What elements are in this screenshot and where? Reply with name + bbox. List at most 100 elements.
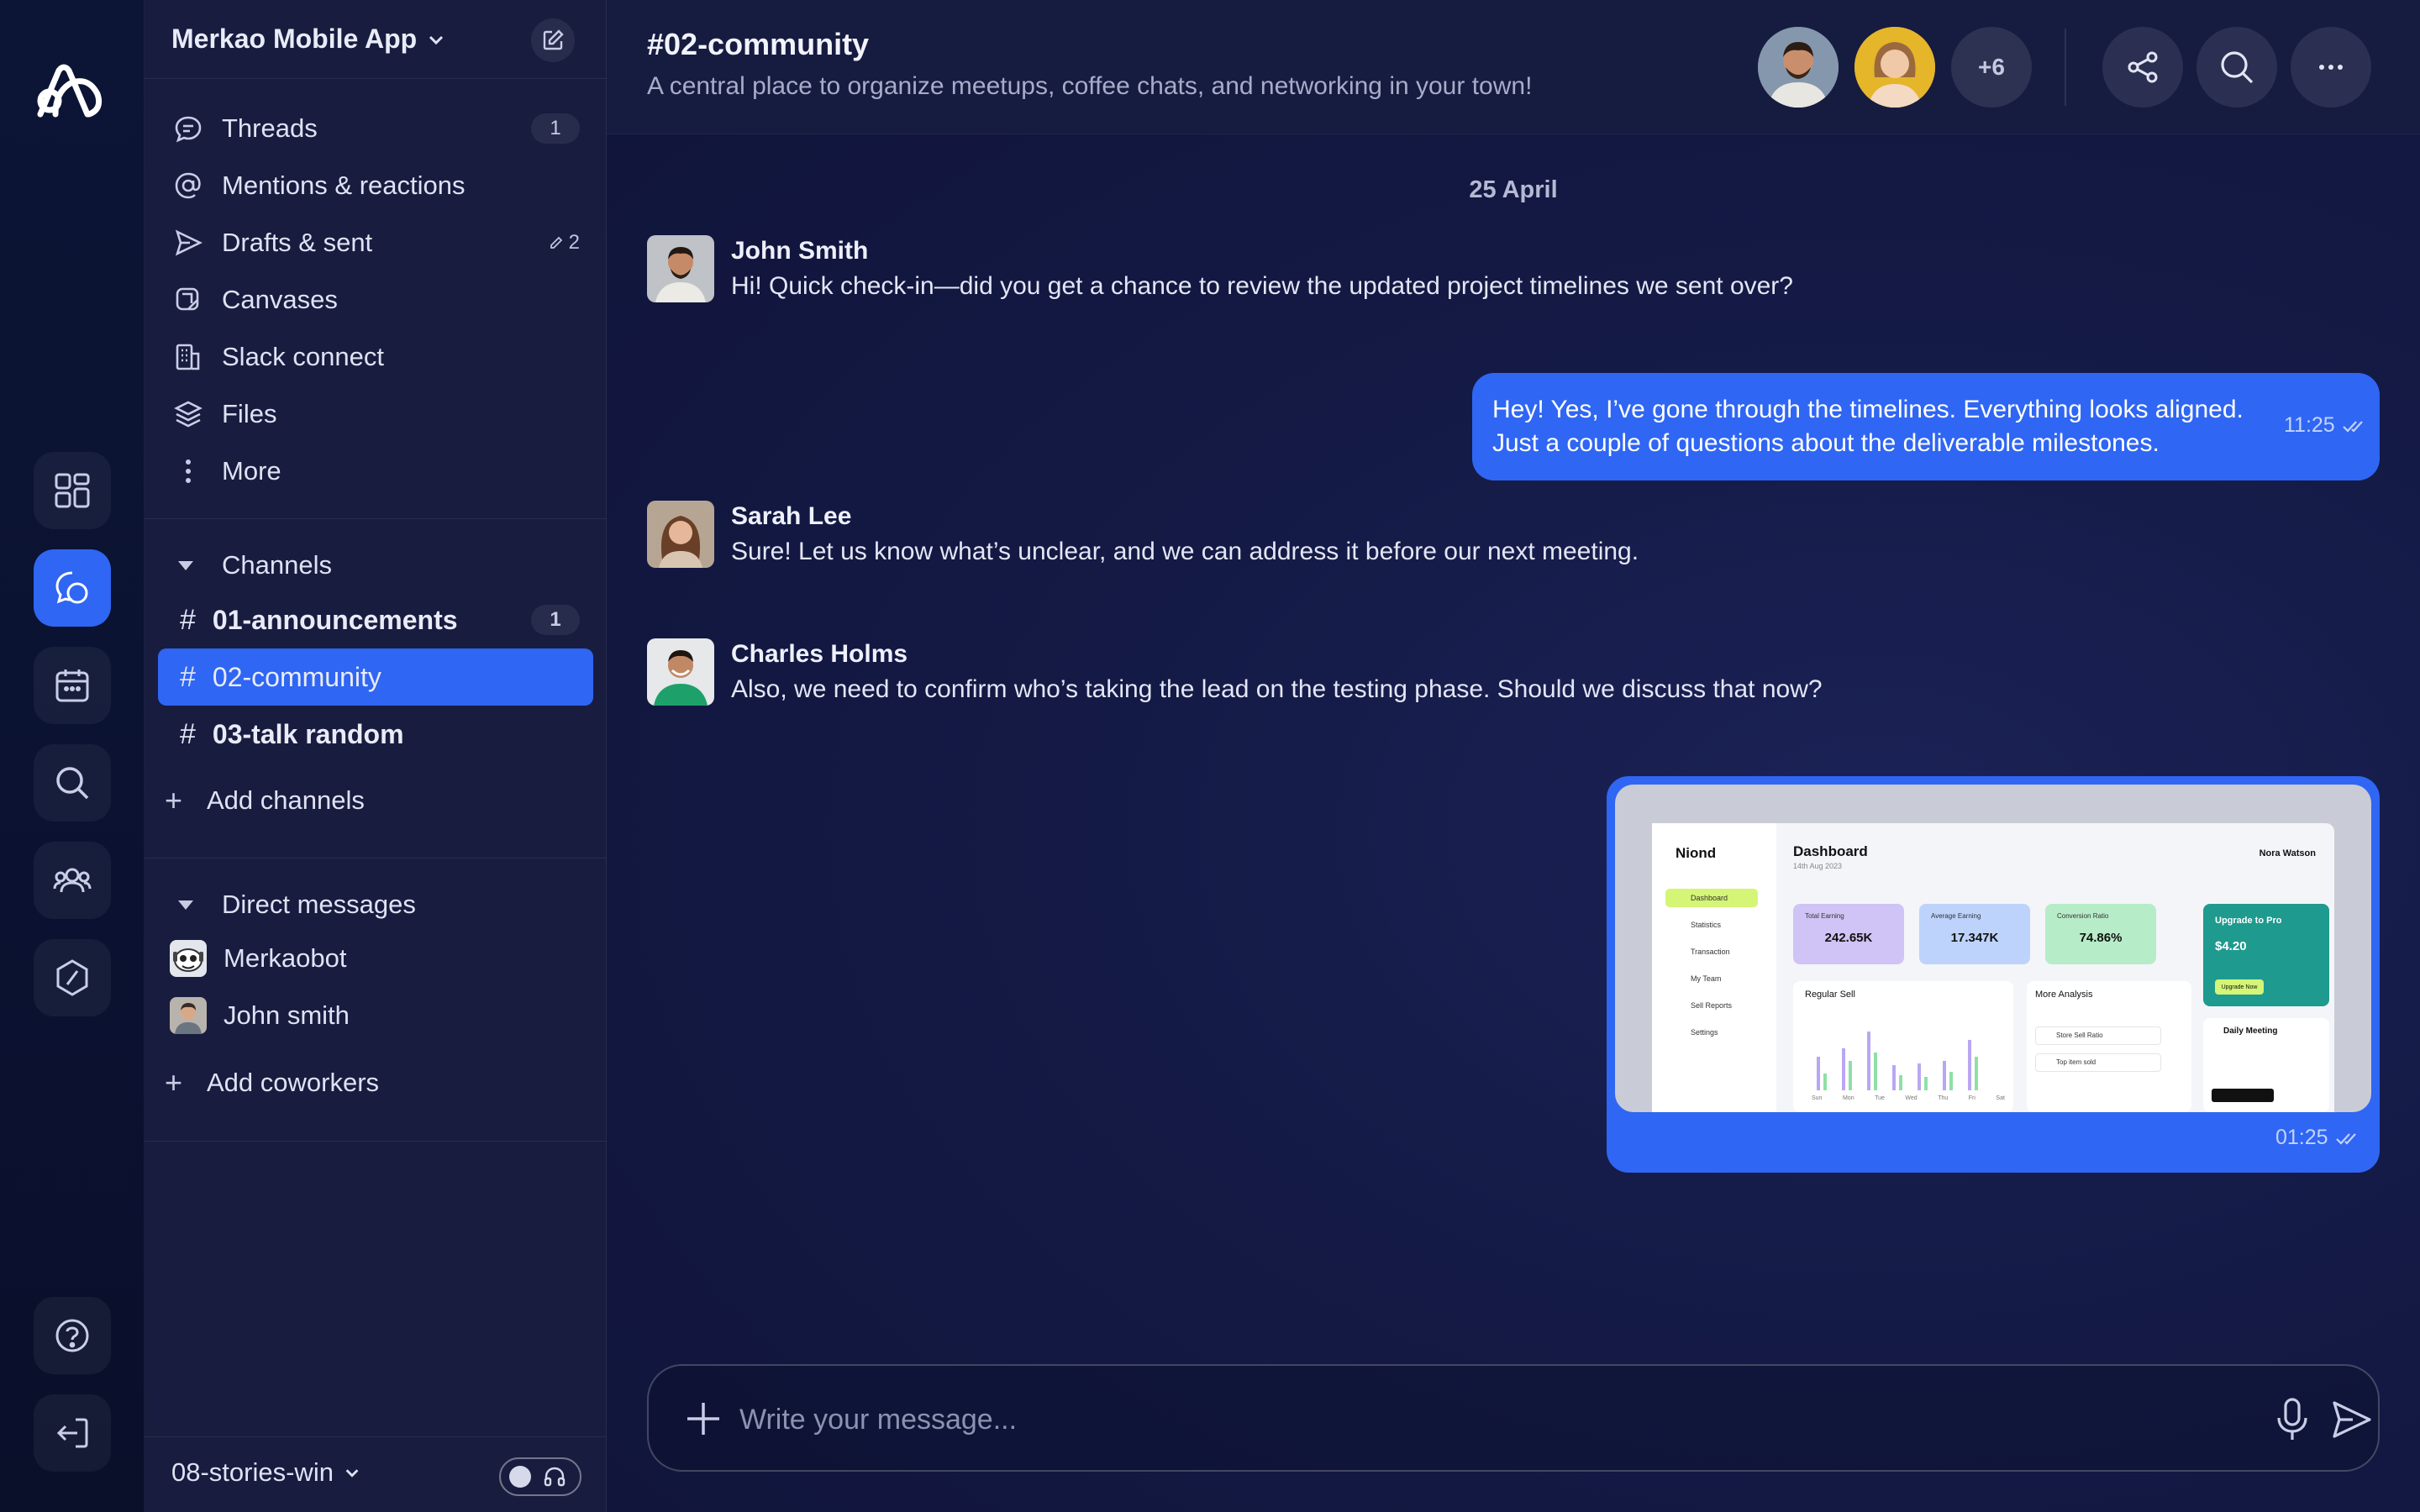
people-rail-button[interactable] [34,842,111,919]
nav-files[interactable]: Files [171,391,580,438]
channel-01-announcements[interactable]: # 01-announcements 1 [158,591,593,648]
app-logo-icon[interactable] [35,62,106,118]
author-avatar[interactable] [647,235,714,302]
author-avatar[interactable] [647,501,714,568]
more-options-button[interactable] [2291,27,2371,108]
unread-badge: 1 [531,113,580,144]
channel-description: A central place to organize meetups, cof… [647,72,1533,100]
add-label: Add channels [207,785,365,815]
microphone-icon[interactable] [2270,1396,2314,1443]
add-channels-button[interactable]: + Add channels [165,777,365,824]
own-attachment-bubble[interactable]: Niond Dashboard Statistics Transaction M… [1607,776,2380,1173]
building-icon [171,340,205,374]
hash-icon: # [180,717,196,750]
hash-icon: # [180,603,196,636]
message-author[interactable]: Sarah Lee [731,502,1639,531]
more-vertical-icon [171,454,205,488]
member-avatar[interactable] [1854,27,1935,108]
compose-icon [543,29,564,50]
toggle-knob [509,1466,531,1488]
search-rail-button[interactable] [34,744,111,822]
share-button[interactable] [2102,27,2183,108]
nav-label: Drafts & sent [222,228,373,257]
workspace-name: Merkao Mobile App [171,24,418,54]
section-title: Direct messages [222,890,416,919]
channel-header: #02-community A central place to organiz… [607,0,2420,134]
channel-title: #02-community [647,27,870,61]
message-author[interactable]: Charles Holms [731,640,1823,669]
nav-label: Canvases [222,285,338,314]
nav-drafts[interactable]: Drafts & sent 2 [171,219,580,266]
author-avatar[interactable] [647,638,714,706]
preview-nav: Settings [1691,1028,1718,1037]
dm-merkaobot[interactable]: Merkaobot [170,935,346,982]
logout-rail-button[interactable] [34,1394,111,1472]
nav-slack-connect[interactable]: Slack connect [171,333,580,381]
channel-03-talk-random[interactable]: # 03-talk random [158,706,593,763]
dms-section-toggle[interactable]: Direct messages [168,884,416,926]
preview-nav: My Team [1691,974,1722,983]
message-text: Hey! Yes, I’ve gone through the timeline… [1492,396,2244,457]
more-members-button[interactable]: +6 [1951,27,2032,108]
workspace-status-switcher[interactable]: 08-stories-win [171,1457,360,1488]
divider [145,1141,607,1142]
dm-name: Merkaobot [224,943,347,973]
nav-more[interactable]: More [171,448,580,495]
message: Charles Holms Also, we need to confirm w… [647,638,1823,706]
compose-button[interactable] [531,18,575,62]
message-timestamp: 11:25 [2284,413,2369,438]
preview-nav: Dashboard [1665,889,1758,907]
preview-sidebar: Niond Dashboard Statistics Transaction M… [1652,823,1776,1112]
message-text: Hi! Quick check-in—did you get a chance … [731,272,1793,300]
nav-canvases[interactable]: Canvases [171,276,580,323]
preview-logo: Niond [1676,845,1717,861]
help-icon [55,1319,89,1352]
workspace-switcher[interactable]: Merkao Mobile App [171,24,445,55]
more-horizontal-icon [2319,65,2343,70]
message-input[interactable] [739,1391,2168,1448]
users-icon [53,868,92,893]
chevron-down-icon [345,1469,359,1478]
search-channel-button[interactable] [2196,27,2277,108]
dashboard-rail-button[interactable] [34,452,111,529]
pencil-icon [550,236,562,249]
dm-john-smith[interactable]: John smith [170,992,350,1039]
app-rail [0,0,145,1512]
sidebar-footer: 08-stories-win [145,1436,607,1512]
message-timestamp: 01:25 [2275,1126,2362,1150]
grid-icon [55,473,90,508]
calendar-icon [55,669,89,702]
image-attachment[interactable]: Niond Dashboard Statistics Transaction M… [1615,785,2371,1112]
caret-down-icon [178,560,193,570]
preview-meeting-button [2212,1089,2274,1102]
workspace-header: Merkao Mobile App [145,0,607,79]
help-rail-button[interactable] [34,1297,111,1374]
search-icon [56,767,89,800]
add-coworkers-button[interactable]: + Add coworkers [165,1059,379,1106]
share-icon [2128,51,2158,83]
send-icon [171,226,205,260]
preview-title: Dashboard [1793,843,1868,859]
threads-icon [171,112,205,145]
preview-day-labels: Sun Mon Tue Wed Thu Fri Sat [1812,1095,2005,1101]
apps-rail-button[interactable] [34,939,111,1016]
send-icon[interactable] [2329,1398,2373,1441]
preview-analysis-panel: More Analysis Store Sell Ratio Top item … [2027,981,2191,1112]
own-message-bubble[interactable]: Hey! Yes, I’ve gone through the timeline… [1472,373,2380,480]
double-check-icon [2335,1132,2356,1145]
nav-threads[interactable]: Threads 1 [171,105,580,152]
nav-label: More [222,456,281,486]
nav-mentions[interactable]: Mentions & reactions [171,162,580,209]
member-avatar[interactable] [1758,27,1839,108]
huddle-toggle[interactable] [499,1457,581,1496]
bot-avatar [170,940,207,977]
preview-user: Nora Watson [2259,848,2316,858]
message-author[interactable]: John Smith [731,237,1793,265]
plus-icon: + [165,783,183,817]
channel-02-community[interactable]: # 02-community [158,648,593,706]
add-attachment-icon[interactable] [682,1398,724,1440]
chat-rail-button[interactable] [34,549,111,627]
calendar-rail-button[interactable] [34,647,111,724]
john-smith-avatar [170,997,207,1034]
channels-section-toggle[interactable]: Channels [168,544,332,586]
